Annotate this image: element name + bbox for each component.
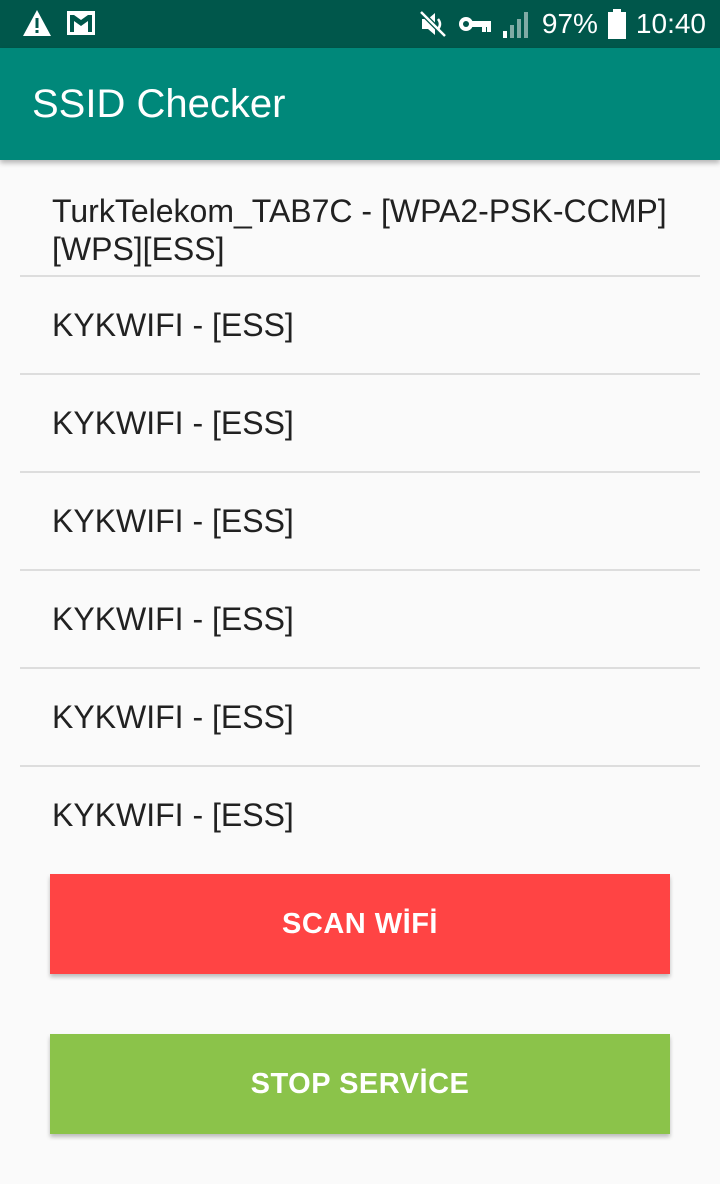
list-item[interactable]: KYKWIFI - [ESS] bbox=[20, 375, 700, 473]
list-item[interactable]: KYKWIFI - [ESS] bbox=[20, 473, 700, 571]
scan-wifi-button[interactable]: SCAN WİFİ bbox=[50, 874, 670, 974]
stop-service-button[interactable]: STOP SERVİCE bbox=[50, 1034, 670, 1134]
wifi-label: TurkTelekom_TAB7C - [WPA2-PSK-CCMP][WPS]… bbox=[52, 193, 667, 267]
gmail-icon bbox=[66, 10, 96, 36]
list-item[interactable]: TurkTelekom_TAB7C - [WPA2-PSK-CCMP][WPS]… bbox=[20, 160, 700, 277]
list-item[interactable]: KYKWIFI - [ESS] bbox=[20, 277, 700, 375]
list-item[interactable]: KYKWIFI - [ESS] bbox=[20, 571, 700, 669]
wifi-label: KYKWIFI - [ESS] bbox=[52, 405, 294, 441]
battery-icon bbox=[607, 9, 626, 39]
warning-icon bbox=[22, 9, 52, 37]
wifi-label: KYKWIFI - [ESS] bbox=[52, 503, 294, 539]
wifi-label: KYKWIFI - [ESS] bbox=[52, 601, 294, 637]
clock: 10:40 bbox=[635, 8, 706, 39]
mute-icon bbox=[418, 9, 448, 39]
wifi-label: KYKWIFI - [ESS] bbox=[52, 699, 294, 735]
app-title: SSID Checker bbox=[32, 82, 286, 126]
battery-percent: 97% bbox=[541, 8, 598, 39]
status-left-icons bbox=[22, 9, 96, 37]
vpn-key-icon bbox=[458, 13, 492, 35]
wifi-label: KYKWIFI - [ESS] bbox=[52, 307, 294, 343]
list-item[interactable]: KYKWIFI - [ESS] bbox=[20, 669, 700, 767]
app-bar: SSID Checker bbox=[0, 48, 720, 160]
signal-icon bbox=[502, 9, 532, 39]
status-right-icons: 97% 10:40 bbox=[418, 0, 706, 48]
list-item[interactable]: KYKWIFI - [ESS] bbox=[20, 767, 700, 863]
wifi-list: TurkTelekom_TAB7C - [WPA2-PSK-CCMP][WPS]… bbox=[20, 160, 700, 863]
status-bar: 97% 10:40 bbox=[0, 0, 720, 48]
wifi-label: KYKWIFI - [ESS] bbox=[52, 797, 294, 833]
